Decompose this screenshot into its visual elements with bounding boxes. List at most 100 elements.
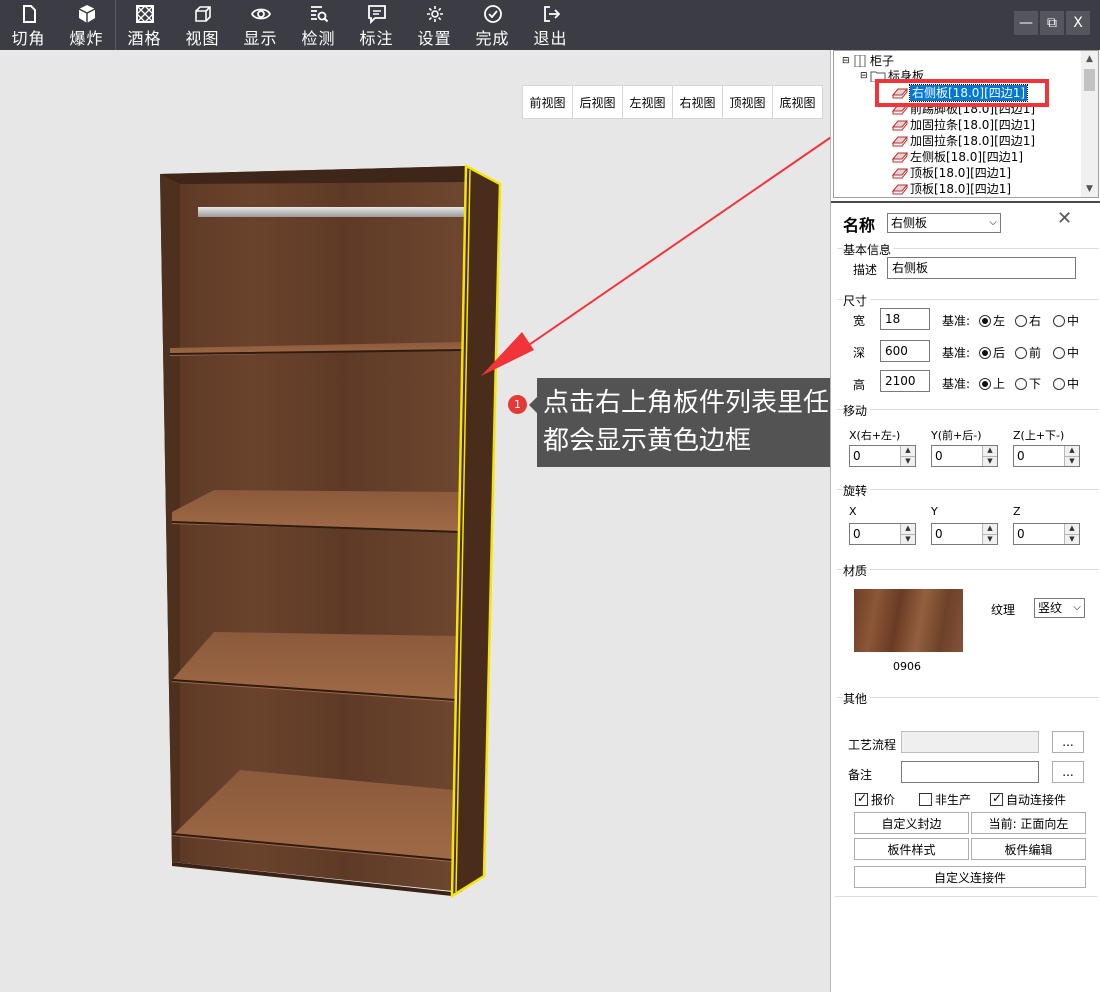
width-base-label: 基准: xyxy=(942,314,971,328)
wine-rack-button[interactable]: 酒格 xyxy=(116,0,174,50)
depth-input[interactable]: 600 xyxy=(880,340,930,362)
tree-root[interactable]: ⊟ 柜子 xyxy=(842,53,894,69)
callout-number-badge: 1 xyxy=(508,395,527,414)
tree-item[interactable]: 加固拉条[18.0][四边1] xyxy=(892,117,1035,133)
remark-label: 备注 xyxy=(848,768,873,782)
desc-label: 描述 xyxy=(853,263,878,277)
view-button[interactable]: 视图 xyxy=(174,0,232,50)
width-input[interactable]: 18 xyxy=(880,308,930,330)
file-icon xyxy=(22,5,36,23)
move-y-label: Y(前+后-) xyxy=(931,429,982,442)
scroll-thumb[interactable] xyxy=(1084,69,1095,91)
explode-button[interactable]: 爆炸 xyxy=(58,0,116,50)
rotate-y-stepper[interactable]: 0 ▲ ▼ xyxy=(931,523,998,545)
3d-viewport[interactable]: 前视图 后视图 左视图 右视图 顶视图 底视图 点击右上角板件列表里任 都会显示… xyxy=(0,50,830,992)
display-button[interactable]: 显示 xyxy=(232,0,290,50)
height-base-top-radio[interactable]: 上 xyxy=(979,375,1005,392)
tree-scrollbar[interactable]: ▲ ▼ xyxy=(1081,51,1098,197)
board-style-button[interactable]: 板件样式 xyxy=(854,838,969,860)
board-edit-button[interactable]: 板件编辑 xyxy=(971,838,1086,860)
height-base-bottom-radio[interactable]: 下 xyxy=(1015,375,1041,392)
comment-icon xyxy=(367,5,386,24)
exit-button[interactable]: 退出 xyxy=(522,0,580,50)
move-y-stepper[interactable]: 0 ▲ ▼ xyxy=(931,445,998,467)
check-circle-icon xyxy=(483,5,502,23)
width-label: 宽 xyxy=(853,314,866,328)
custom-connector-button[interactable]: 自定义连接件 xyxy=(854,866,1086,888)
other-group: 其他 xyxy=(837,690,1099,707)
rotate-z-stepper[interactable]: 0 ▲ ▼ xyxy=(1013,523,1080,545)
rotate-x-label: X xyxy=(849,505,857,518)
width-base-right-radio[interactable]: 右 xyxy=(1015,312,1041,329)
bevel-button[interactable]: 切角 xyxy=(0,0,58,50)
settings-button[interactable]: 设置 xyxy=(406,0,464,50)
annotate-button[interactable]: 标注 xyxy=(348,0,406,50)
tree-item[interactable]: 顶板[18.0][四边1] xyxy=(892,181,1011,197)
board-icon xyxy=(892,152,908,163)
annotation-arrow xyxy=(506,136,830,361)
restore-button[interactable]: ⧉ xyxy=(1040,11,1064,35)
panel-tree[interactable]: ⊟ 柜子 ⊟ 标身板 右侧板[18.0][四边1] 前踢脚板[18.0][四边1… xyxy=(833,50,1099,198)
collapse-icon[interactable]: ⊟ xyxy=(860,68,870,84)
remark-browse-button[interactable]: ... xyxy=(1052,761,1084,783)
right-panel: ⊟ 柜子 ⊟ 标身板 右侧板[18.0][四边1] 前踢脚板[18.0][四边1… xyxy=(830,50,1100,992)
board-icon xyxy=(892,120,908,131)
cabinet-top-panel xyxy=(160,166,466,184)
grid-icon xyxy=(135,5,154,23)
name-select[interactable]: 右侧板 ⌵ xyxy=(887,213,1001,233)
auto-connector-checkbox[interactable]: 自动连接件 xyxy=(990,791,1066,808)
rotate-y-label: Y xyxy=(931,505,938,518)
tree-item[interactable]: 顶板[18.0][四边1] xyxy=(892,165,1011,181)
chevron-down-icon: ⌵ xyxy=(989,217,997,228)
height-base-center-radio[interactable]: 中 xyxy=(1053,375,1079,392)
window-controls: — ⧉ X xyxy=(1014,11,1090,35)
material-code: 0906 xyxy=(893,660,921,673)
box-view-icon xyxy=(194,6,211,22)
process-input[interactable] xyxy=(901,731,1039,753)
tree-item[interactable]: 加固拉条[18.0][四边1] xyxy=(892,133,1035,149)
name-label: 名称 xyxy=(843,216,876,235)
quote-checkbox[interactable]: 报价 xyxy=(855,791,895,808)
board-icon xyxy=(892,168,908,179)
custom-edge-button[interactable]: 自定义封边 xyxy=(854,812,969,834)
scroll-down-icon[interactable]: ▼ xyxy=(1081,181,1098,197)
width-base-left-radio[interactable]: 左 xyxy=(979,312,1005,329)
tree-item[interactable]: 左侧板[18.0][四边1] xyxy=(892,149,1023,165)
material-swatch[interactable] xyxy=(854,589,963,652)
non-production-checkbox[interactable]: 非生产 xyxy=(919,791,971,808)
rotate-group: 旋转 xyxy=(837,482,1099,499)
depth-label: 深 xyxy=(853,346,866,360)
process-browse-button[interactable]: ... xyxy=(1052,731,1084,753)
orientation-button[interactable]: 当前: 正面向左 xyxy=(971,812,1086,834)
cabinet-model[interactable] xyxy=(0,50,830,992)
board-icon xyxy=(892,184,908,195)
depth-base-back-radio[interactable]: 后 xyxy=(979,344,1005,361)
close-icon[interactable]: ✕ xyxy=(1057,208,1072,229)
desc-input[interactable]: 右侧板 xyxy=(887,257,1076,279)
close-window-button[interactable]: X xyxy=(1066,11,1090,35)
collapse-icon[interactable]: ⊟ xyxy=(842,53,852,69)
eye-icon xyxy=(250,8,271,20)
move-x-label: X(右+左-) xyxy=(849,429,901,442)
cabinet-icon xyxy=(854,55,866,67)
chevron-down-icon: ⌵ xyxy=(1073,602,1081,613)
rotate-x-stepper[interactable]: 0 ▲ ▼ xyxy=(849,523,916,545)
width-base-center-radio[interactable]: 中 xyxy=(1053,312,1079,329)
grain-label: 纹理 xyxy=(991,603,1016,617)
rotate-z-label: Z xyxy=(1013,505,1021,518)
finish-button[interactable]: 完成 xyxy=(464,0,522,50)
height-input[interactable]: 2100 xyxy=(880,370,930,392)
grain-select[interactable]: 竖纹 ⌵ xyxy=(1034,598,1085,618)
move-z-stepper[interactable]: 0 ▲ ▼ xyxy=(1013,445,1080,467)
check-button[interactable]: 检测 xyxy=(290,0,348,50)
minimize-button[interactable]: — xyxy=(1014,11,1038,35)
highlight-box xyxy=(875,79,1049,107)
gear-icon xyxy=(426,6,443,22)
search-list-icon xyxy=(310,6,328,23)
move-x-stepper[interactable]: 0 ▲ ▼ xyxy=(849,445,916,467)
depth-base-front-radio[interactable]: 前 xyxy=(1015,344,1041,361)
depth-base-center-radio[interactable]: 中 xyxy=(1053,344,1079,361)
scroll-up-icon[interactable]: ▲ xyxy=(1081,51,1098,67)
board-icon xyxy=(892,136,908,147)
remark-input[interactable] xyxy=(901,761,1039,783)
